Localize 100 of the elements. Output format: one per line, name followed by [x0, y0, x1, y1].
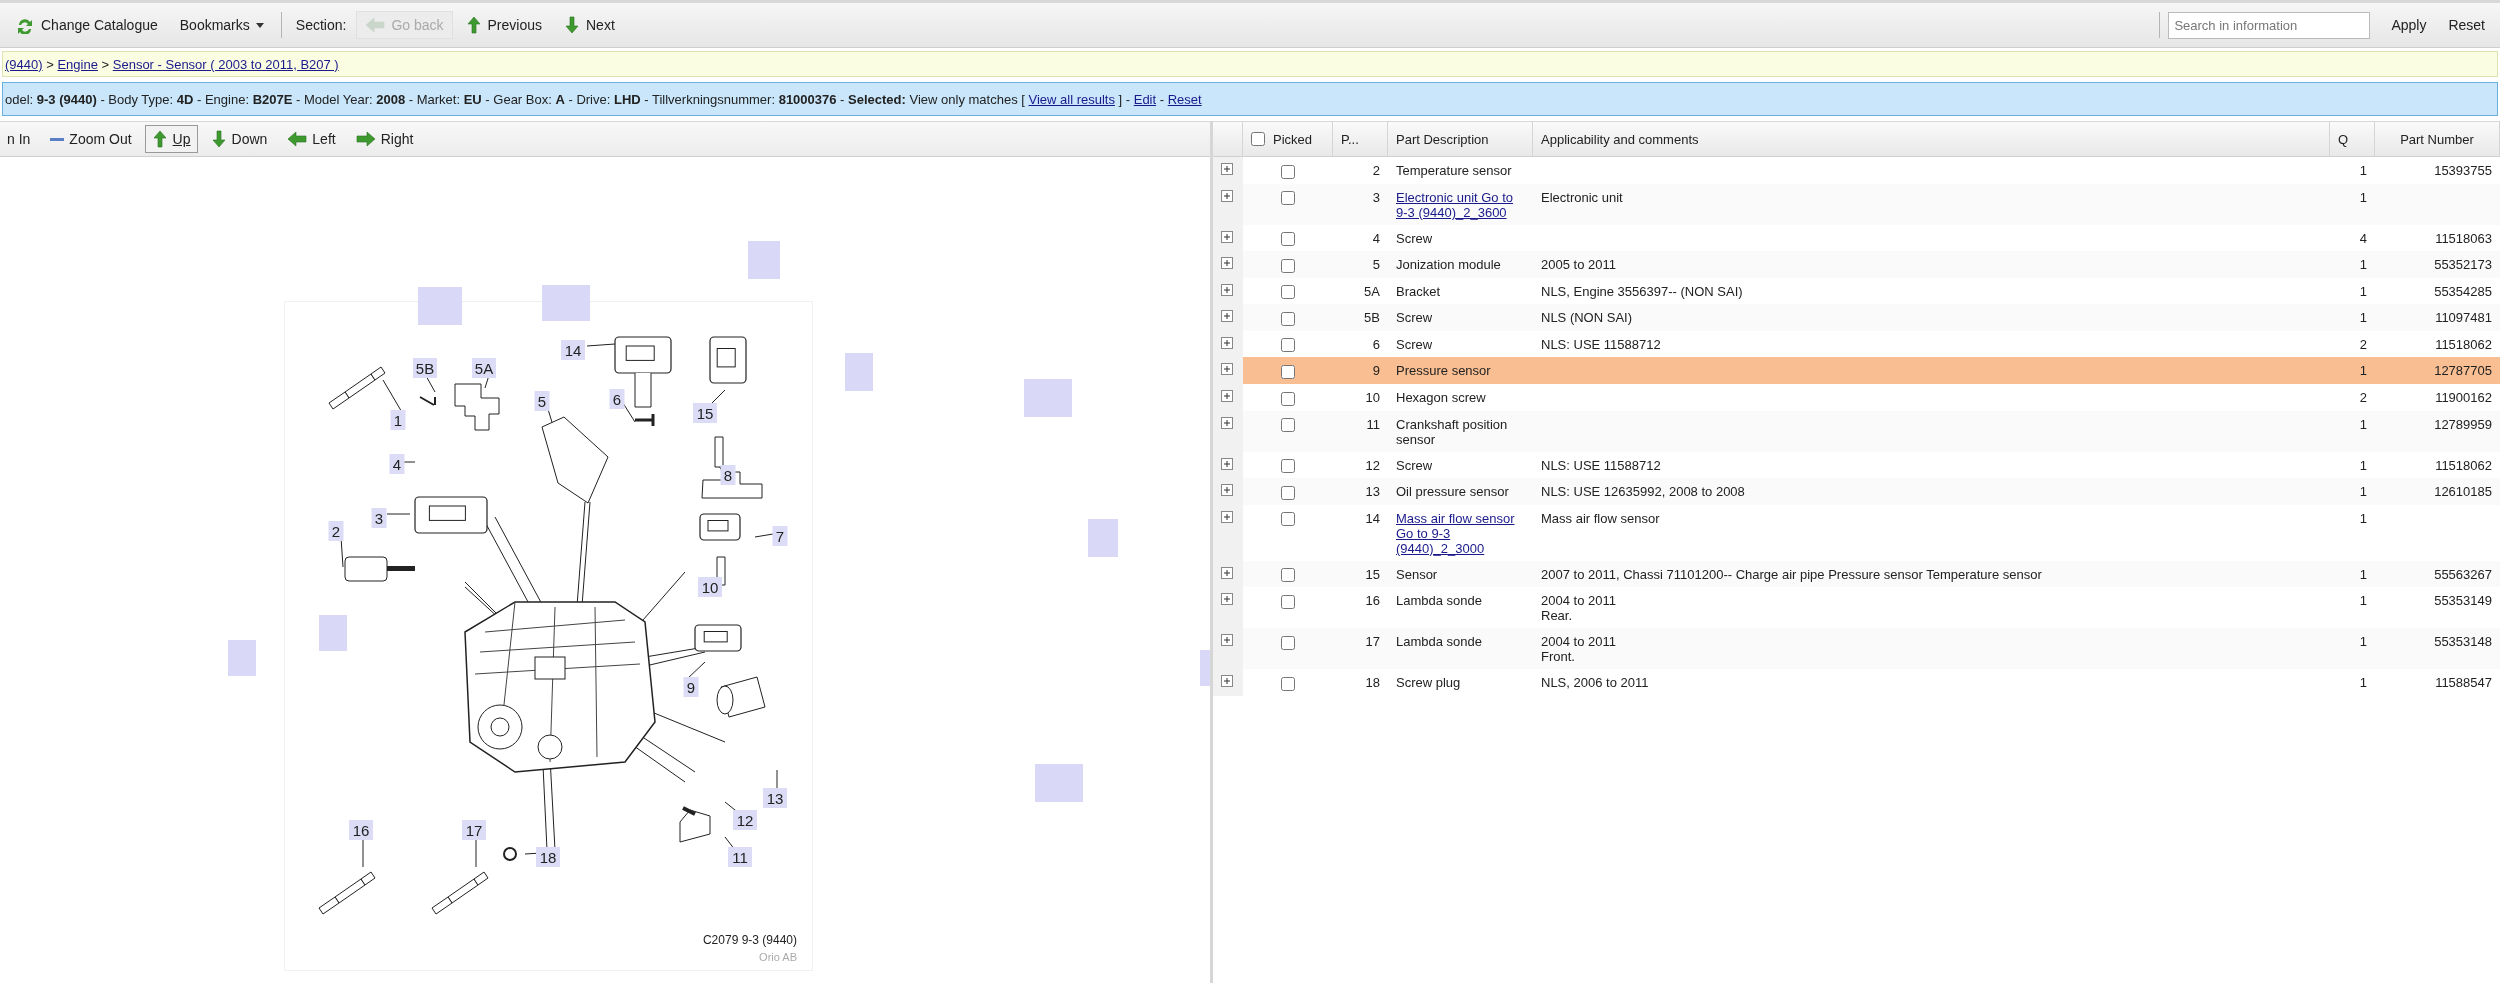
toolbar-button[interactable]: Next [555, 11, 624, 39]
callout-label[interactable]: 5A [472, 358, 496, 378]
picked-checkbox[interactable] [1281, 258, 1295, 273]
breadcrumb-link[interactable]: Sensor - Sensor ( 2003 to 2011, B207 ) [112, 56, 339, 72]
breadcrumb-link[interactable]: Engine [57, 56, 98, 72]
info-link[interactable]: Edit [1133, 91, 1157, 107]
hotspot-marker[interactable] [319, 615, 347, 651]
picked-checkbox[interactable] [1281, 485, 1295, 500]
callout-label[interactable]: 5B [413, 358, 437, 378]
view-control-button[interactable]: Zoom Out [43, 125, 139, 153]
callout-label[interactable]: 12 [733, 810, 757, 830]
expand-icon[interactable] [1221, 257, 1233, 270]
hotspot-marker[interactable] [418, 287, 462, 325]
picked-checkbox[interactable] [1281, 232, 1295, 247]
part-link[interactable]: Mass air flow sensor Go to 9-3 (9440)_2_3000 [1396, 510, 1525, 556]
expand-icon[interactable] [1221, 163, 1233, 175]
expand-icon[interactable] [1221, 363, 1233, 376]
expand-icon[interactable] [1221, 510, 1233, 523]
expand-icon[interactable] [1221, 634, 1233, 647]
expand-icon[interactable] [1221, 484, 1233, 497]
part-comment: NLS: USE 11588712 [1541, 457, 1662, 473]
picked-checkbox[interactable] [1281, 338, 1295, 353]
expand-icon[interactable] [1221, 230, 1233, 243]
part-description: Pressure sensor [1396, 363, 1491, 379]
expand-icon[interactable] [1221, 566, 1233, 579]
quantity: 1 [2359, 593, 2367, 609]
callout-label[interactable]: 14 [561, 340, 585, 360]
callout-label[interactable]: 8 [720, 465, 736, 485]
toolbar-button[interactable]: Change Catalogue [6, 11, 167, 39]
picked-checkbox[interactable] [1281, 285, 1295, 300]
hotspot-marker[interactable] [1035, 764, 1083, 802]
callout-label[interactable]: 6 [609, 389, 625, 409]
info-link[interactable]: View all results [1028, 91, 1115, 107]
hotspot-marker[interactable] [1200, 650, 1210, 686]
view-control-button[interactable]: Down [203, 125, 275, 153]
picked-checkbox[interactable] [1281, 418, 1295, 433]
callout-label[interactable]: 18 [536, 847, 560, 867]
callout-label[interactable]: 13 [763, 788, 787, 808]
hotspot-marker[interactable] [228, 640, 256, 676]
column-header[interactable]: Picked [1273, 131, 1313, 147]
callout-label[interactable]: 15 [693, 403, 717, 423]
breadcrumb-link[interactable]: (9440) [5, 56, 43, 72]
view-control-button[interactable]: Up [144, 125, 198, 153]
search-field[interactable]: Search in information [2168, 11, 2371, 39]
hotspot-marker[interactable] [1088, 519, 1118, 557]
picked-checkbox[interactable] [1281, 512, 1295, 527]
leader-line [586, 343, 616, 347]
part-description: Lambda sonde [1396, 634, 1482, 650]
view-control-button[interactable]: Left [280, 125, 343, 153]
callout-label[interactable]: 17 [462, 820, 486, 840]
view-control-button[interactable]: Right [348, 125, 421, 153]
callout-label[interactable]: 3 [371, 508, 387, 528]
view-control-button[interactable]: n In [0, 125, 38, 153]
column-header[interactable]: Q [2338, 131, 2349, 147]
picked-checkbox[interactable] [1281, 568, 1295, 583]
hotspot-marker[interactable] [748, 241, 780, 279]
picked-checkbox[interactable] [1281, 191, 1295, 206]
picked-checkbox[interactable] [1281, 311, 1295, 326]
hotspot-marker[interactable] [1024, 379, 1072, 417]
callout-label[interactable]: 10 [698, 577, 722, 597]
expand-icon[interactable] [1221, 336, 1233, 349]
expand-icon[interactable] [1221, 457, 1233, 470]
column-header[interactable]: Part Description [1396, 131, 1489, 147]
select-all-checkbox[interactable] [1251, 132, 1265, 146]
expand-icon[interactable] [1221, 283, 1233, 296]
callout-label[interactable]: 1 [390, 410, 406, 430]
toolbar-button[interactable]: Previous [456, 11, 551, 39]
quantity: 1 [2359, 283, 2367, 299]
callout-label[interactable]: 7 [772, 526, 788, 546]
picked-checkbox[interactable] [1281, 594, 1295, 609]
quantity: 1 [2359, 163, 2367, 178]
toolbar-action-button[interactable]: Reset [2439, 12, 2494, 38]
bookmarks-dropdown[interactable]: Bookmarks [170, 12, 273, 38]
info-link[interactable]: Reset [1167, 91, 1202, 107]
temperature-sensor-drawing [344, 556, 415, 582]
expand-icon[interactable] [1221, 593, 1233, 606]
callout-label[interactable]: 11 [728, 847, 752, 867]
callout-label[interactable]: 4 [389, 454, 405, 474]
picked-checkbox[interactable] [1281, 676, 1295, 691]
toolbar-action-button[interactable]: Apply [2382, 12, 2436, 38]
column-header[interactable]: P... [1341, 131, 1359, 147]
column-header[interactable]: Applicability and comments [1541, 131, 1699, 147]
part-link[interactable]: Electronic unit Go to 9-3 (9440)_2_3600 [1396, 189, 1525, 220]
hotspot-marker[interactable] [845, 353, 873, 391]
callout-label[interactable]: 5 [534, 391, 550, 411]
expand-icon[interactable] [1221, 675, 1233, 688]
expand-icon[interactable] [1221, 416, 1233, 429]
picked-checkbox[interactable] [1281, 635, 1295, 650]
expand-icon[interactable] [1221, 310, 1233, 323]
picked-checkbox[interactable] [1281, 364, 1295, 379]
picked-checkbox[interactable] [1281, 459, 1295, 474]
picked-checkbox[interactable] [1281, 391, 1295, 406]
expand-icon[interactable] [1221, 189, 1233, 202]
hotspot-marker[interactable] [542, 285, 590, 321]
callout-label[interactable]: 9 [683, 677, 699, 697]
expand-icon[interactable] [1221, 389, 1233, 402]
column-header[interactable]: Part Number [2400, 131, 2474, 147]
callout-label[interactable]: 2 [328, 521, 344, 541]
picked-checkbox[interactable] [1281, 164, 1295, 179]
callout-label[interactable]: 16 [349, 820, 373, 840]
